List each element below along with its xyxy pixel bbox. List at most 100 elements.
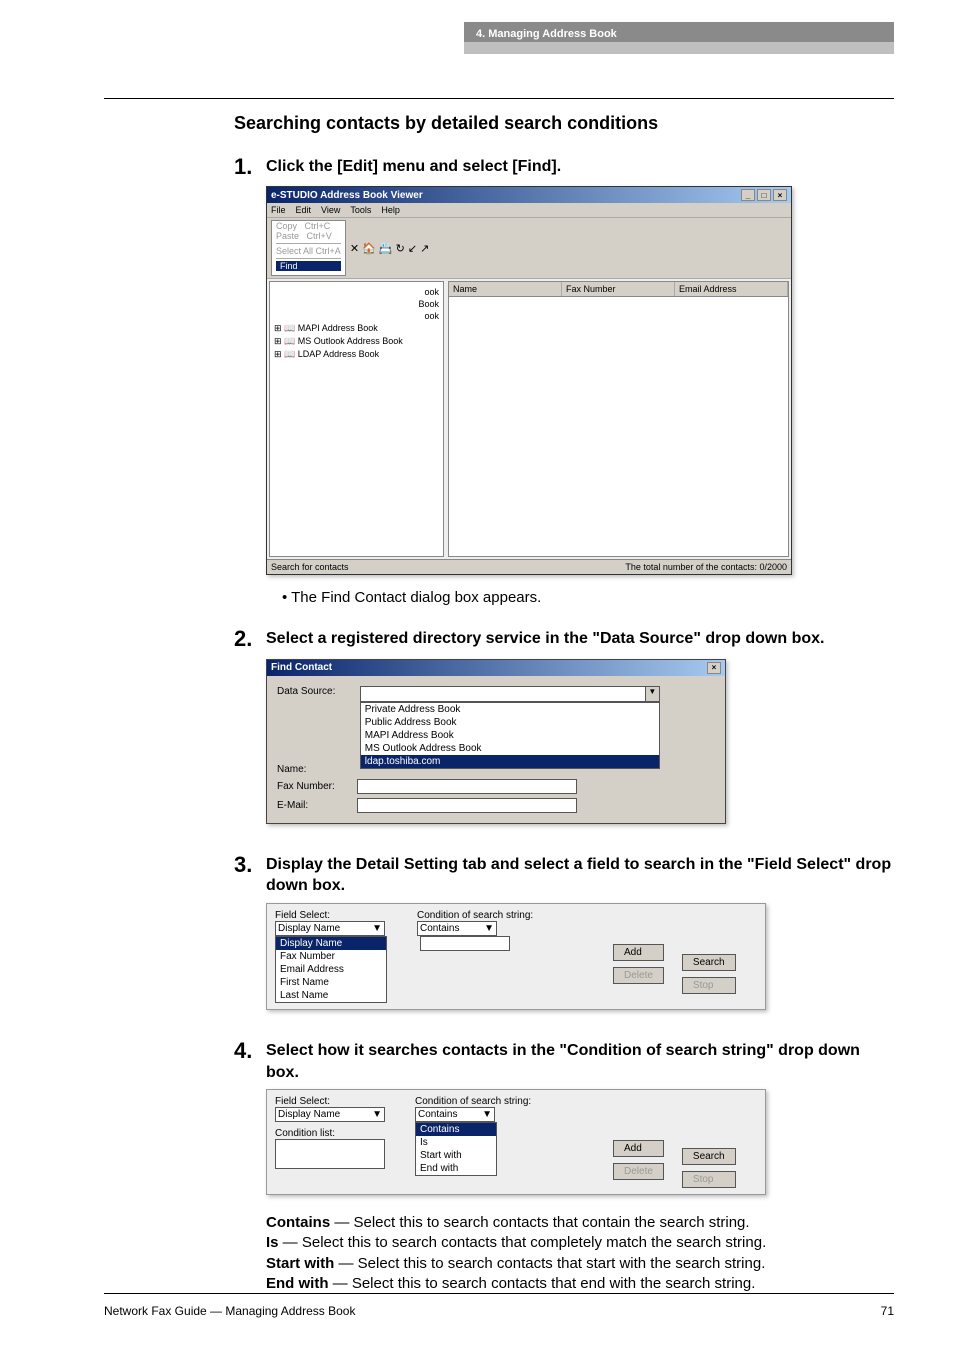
menu-view[interactable]: View: [321, 205, 340, 215]
close-icon[interactable]: ×: [773, 189, 787, 201]
condition-label-4: Condition of search string:: [415, 1096, 531, 1107]
co-endwith[interactable]: End with: [416, 1162, 496, 1175]
maximize-icon[interactable]: □: [757, 189, 771, 201]
minimize-icon[interactable]: _: [741, 189, 755, 201]
add-button[interactable]: Add: [613, 944, 664, 961]
toolbar-icons[interactable]: ✕ 🏠 📇 ↻ ↙ ↗: [350, 242, 430, 255]
condition-list-box[interactable]: [275, 1139, 385, 1169]
step-4-number: 4.: [234, 1038, 266, 1083]
ds-opt-private[interactable]: Private Address Book: [361, 703, 659, 716]
edit-selectall[interactable]: Select All: [276, 246, 313, 256]
datasource-combo[interactable]: ▼ Private Address Book Public Address Bo…: [360, 686, 660, 702]
edit-find[interactable]: Find: [276, 261, 341, 271]
tree-item-outlook[interactable]: ⊞ 📖 MS Outlook Address Book: [274, 335, 439, 348]
menu-file[interactable]: File: [271, 205, 286, 215]
chevron-down-icon[interactable]: ▼: [372, 923, 382, 934]
chapter-bar: [464, 42, 894, 54]
condition-combo[interactable]: Contains▼: [417, 921, 497, 936]
add-button-4[interactable]: Add: [613, 1140, 664, 1157]
tree-item-ldap[interactable]: ⊞ 📖 LDAP Address Book: [274, 348, 439, 361]
tree-suffix-1: ook: [274, 286, 439, 298]
field-select-open[interactable]: Display Name Fax Number Email Address Fi…: [275, 936, 387, 1003]
fo-fax[interactable]: Fax Number: [276, 950, 386, 963]
stop-button[interactable]: Stop: [682, 977, 736, 994]
step-1: 1. Click the [Edit] menu and select [Fin…: [234, 154, 894, 180]
email-label: E-Mail:: [277, 800, 357, 811]
fo-display[interactable]: Display Name: [276, 937, 386, 950]
list-rows: [449, 297, 788, 535]
detail-panel-4: Field Select: Display Name▼ Condition li…: [266, 1089, 766, 1195]
explain-is: Is: [266, 1234, 279, 1251]
bullet-1: • The Find Contact dialog box appears.: [282, 589, 894, 606]
edit-dropdown[interactable]: Copy Ctrl+C Paste Ctrl+V Select All Ctrl…: [271, 220, 346, 276]
tree-suffix-3: ook: [274, 310, 439, 322]
field-select-label-4: Field Select:: [275, 1096, 385, 1107]
chevron-down-icon-4[interactable]: ▼: [482, 1109, 492, 1120]
list-panel[interactable]: Name Fax Number Email Address: [448, 281, 789, 557]
section-title: Searching contacts by detailed search co…: [234, 113, 894, 134]
ds-opt-ldap[interactable]: ldap.toshiba.com: [361, 755, 659, 768]
field-select-combo-4[interactable]: Display Name▼: [275, 1107, 385, 1122]
detail-panel-3: Field Select: Display Name▼ Display Name…: [266, 903, 766, 1010]
delete-button-4[interactable]: Delete: [613, 1163, 664, 1180]
datasource-label: Data Source:: [277, 686, 357, 697]
toolbar: Copy Ctrl+C Paste Ctrl+V Select All Ctrl…: [267, 218, 791, 279]
tree-panel[interactable]: ook Book ook ⊞ 📖 MAPI Address Book ⊞ 📖 M…: [269, 281, 444, 557]
tree-item-mapi[interactable]: ⊞ 📖 MAPI Address Book: [274, 322, 439, 335]
footer-page-number: 71: [881, 1304, 894, 1318]
page-footer: Network Fax Guide — Managing Address Boo…: [104, 1293, 894, 1318]
step-1-number: 1.: [234, 154, 266, 180]
datasource-list[interactable]: Private Address Book Public Address Book…: [360, 702, 660, 769]
search-button[interactable]: Search: [682, 954, 736, 971]
window-title: e-STUDIO Address Book Viewer: [271, 190, 423, 201]
search-string-input[interactable]: [420, 936, 510, 951]
footer-left: Network Fax Guide — Managing Address Boo…: [104, 1304, 355, 1318]
explain-startwith: Start with: [266, 1255, 334, 1272]
menu-help[interactable]: Help: [381, 205, 400, 215]
screenshot-1-wrap: e-STUDIO Address Book Viewer _ □ × File …: [266, 186, 792, 575]
email-input[interactable]: [357, 798, 577, 813]
condition-options-open[interactable]: Contains Is Start with End with: [415, 1122, 497, 1176]
step-4: 4. Select how it searches contacts in th…: [234, 1038, 894, 1083]
edit-selectall-accel: Ctrl+A: [316, 246, 341, 256]
field-select-combo[interactable]: Display Name▼: [275, 921, 385, 936]
window-titlebar: e-STUDIO Address Book Viewer _ □ ×: [267, 187, 791, 203]
co-contains[interactable]: Contains: [416, 1123, 496, 1136]
top-rule: [104, 98, 894, 99]
fo-first[interactable]: First Name: [276, 976, 386, 989]
list-header: Name Fax Number Email Address: [449, 282, 788, 297]
co-is[interactable]: Is: [416, 1136, 496, 1149]
tree-suffix-2: Book: [274, 298, 439, 310]
ds-opt-mapi[interactable]: MAPI Address Book: [361, 729, 659, 742]
col-name[interactable]: Name: [449, 282, 562, 296]
fax-label: Fax Number:: [277, 781, 357, 792]
col-email[interactable]: Email Address: [675, 282, 788, 296]
menubar[interactable]: File Edit View Tools Help: [267, 203, 791, 218]
condition-combo-4[interactable]: Contains▼: [415, 1107, 495, 1122]
chevron-down-icon-3[interactable]: ▼: [372, 1109, 382, 1120]
fo-last[interactable]: Last Name: [276, 989, 386, 1002]
edit-paste[interactable]: Paste: [276, 231, 299, 241]
menu-tools[interactable]: Tools: [350, 205, 371, 215]
combo-dropdown-icon[interactable]: ▼: [645, 687, 659, 701]
fax-input[interactable]: [357, 779, 577, 794]
delete-button[interactable]: Delete: [613, 967, 664, 984]
field-select-label: Field Select:: [275, 910, 387, 921]
fo-email[interactable]: Email Address: [276, 963, 386, 976]
name-label: Name:: [277, 764, 357, 775]
dialog-close-icon[interactable]: ×: [707, 662, 721, 674]
status-left: Search for contacts: [271, 562, 349, 572]
edit-copy[interactable]: Copy: [276, 221, 297, 231]
stop-button-4[interactable]: Stop: [682, 1171, 736, 1188]
ds-opt-outlook[interactable]: MS Outlook Address Book: [361, 742, 659, 755]
condition-label: Condition of search string:: [417, 910, 533, 921]
chevron-down-icon-2[interactable]: ▼: [484, 923, 494, 934]
search-button-4[interactable]: Search: [682, 1148, 736, 1165]
window-buttons: _ □ ×: [741, 189, 787, 201]
ds-opt-public[interactable]: Public Address Book: [361, 716, 659, 729]
col-fax[interactable]: Fax Number: [562, 282, 675, 296]
tab-person[interactable]: Person: [277, 708, 323, 724]
edit-paste-accel: Ctrl+V: [307, 231, 332, 241]
menu-edit[interactable]: Edit: [296, 205, 312, 215]
co-startwith[interactable]: Start with: [416, 1149, 496, 1162]
